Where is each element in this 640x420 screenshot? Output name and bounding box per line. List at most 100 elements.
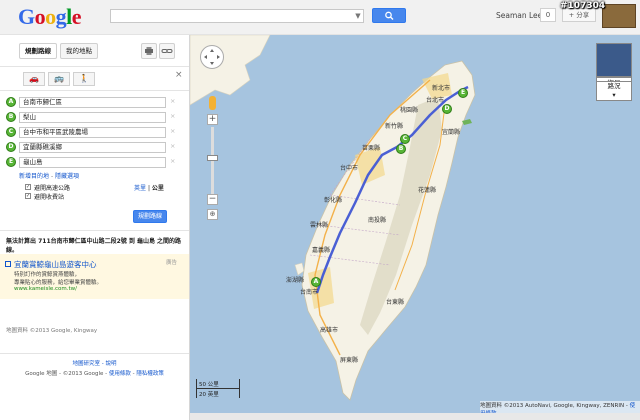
waypoint-actions: 新增目的地 - 隱藏選項 xyxy=(19,173,80,180)
unit-toggle: 英里 | 公里 xyxy=(134,185,164,192)
map-label-new-taipei: 新北市 xyxy=(432,85,451,92)
link-button[interactable] xyxy=(159,43,175,59)
pan-arrows-icon xyxy=(204,49,220,65)
zoom-out-button[interactable]: − xyxy=(207,194,218,205)
ad-url[interactable]: www.kameisle.com.tw/ xyxy=(14,286,77,292)
remove-waypoint-icon[interactable]: × xyxy=(170,157,175,165)
map-label-nantou: 南投縣 xyxy=(368,217,387,224)
zoom-fit-icon[interactable]: ⊕ xyxy=(207,209,218,220)
google-logo[interactable]: Google xyxy=(18,4,82,30)
penghu-island xyxy=(294,262,305,276)
traffic-layer-button[interactable]: 路況 ▾ xyxy=(596,81,632,101)
avoid-tolls-label: 避開收費站 xyxy=(34,194,65,201)
map-marker-c[interactable]: C xyxy=(400,134,410,144)
unit-metric-label[interactable]: 公里 xyxy=(152,185,164,192)
remove-waypoint-icon[interactable]: × xyxy=(170,127,175,135)
map-data-credit: 地圖資料 ©2013 Google, Kingway xyxy=(6,328,98,334)
waypoint-input-c[interactable]: 台中市和平區武陵農場 xyxy=(19,127,166,138)
waypoint-marker-e: E xyxy=(6,157,16,167)
street-view-pegman-icon[interactable] xyxy=(209,96,216,110)
avatar[interactable] xyxy=(602,4,636,28)
ad-title[interactable]: 宜蘭賞鯨龜山島遊客中心 xyxy=(14,259,97,270)
map-marker-e[interactable]: E xyxy=(458,88,468,98)
mode-walking[interactable]: 🚶 xyxy=(73,72,95,86)
ad-line-2: 專業貼心的服務，給您畢業賞體驗。 xyxy=(14,280,103,286)
waypoint-input-e[interactable]: 龜山島 xyxy=(19,157,166,168)
scale-metric-label: 50 公里 xyxy=(199,382,219,388)
map-label-kaohsiung: 高雄市 xyxy=(320,327,339,334)
scale-bar: 50 公里 20 英里 xyxy=(196,379,240,398)
notifications-count[interactable]: 0 xyxy=(540,8,556,22)
avoid-highways-checkbox[interactable]: ✓ xyxy=(25,184,31,190)
walk-icon: 🚶 xyxy=(79,74,89,83)
print-button[interactable] xyxy=(141,43,157,59)
route-result-message: 無法計算出 711台南市歸仁區中山路二段2號 到 龜山島 之間的路線。 xyxy=(6,238,182,254)
image-id-watermark: #107304 xyxy=(560,1,606,11)
transit-icon: 🚌 xyxy=(54,74,64,83)
chevron-down-icon: ▾ xyxy=(612,91,616,99)
divider xyxy=(0,90,189,91)
side-panel: 規劃路線 我的地點 × 🚗 🚌 🚶 A 台南市歸仁區 × B 梨山 × C 台中… xyxy=(0,35,190,420)
map-graphic xyxy=(190,35,476,401)
footer-links[interactable]: 地圖研究室 - 說明 xyxy=(0,359,189,367)
plan-route-button[interactable]: 規劃路線 xyxy=(133,210,167,223)
user-name[interactable]: Seaman Lee xyxy=(496,11,542,20)
tab-my-places[interactable]: 我的地點 xyxy=(60,43,98,59)
map-label-hsinchu: 新竹縣 xyxy=(385,123,404,130)
print-icon xyxy=(145,47,153,55)
ad-line-1: 特別訂作的賞鯨賞燕體驗， xyxy=(14,272,81,278)
search-input[interactable] xyxy=(110,9,364,23)
bottom-strip xyxy=(190,413,640,420)
privacy-link[interactable]: 隱私權政策 xyxy=(136,371,164,377)
map-canvas[interactable]: 新北市 台北市 桃園縣 新竹縣 苗栗縣 台中市 南投縣 彰化縣 雲林縣 嘉義縣 … xyxy=(190,35,640,420)
waypoint-input-d[interactable]: 宜蘭縣礁溪鄉 xyxy=(19,142,166,153)
map-label-taipei: 台北市 xyxy=(426,97,445,104)
map-label-yilan: 宜蘭縣 xyxy=(442,129,461,136)
avoid-highways-label: 避開高速公路 xyxy=(34,185,71,192)
map-label-taoyuan: 桃園縣 xyxy=(400,107,419,114)
divider xyxy=(0,66,189,67)
scale-line xyxy=(197,388,239,389)
waypoint-marker-a: A xyxy=(6,97,16,107)
unit-imperial-link[interactable]: 英里 xyxy=(134,185,146,192)
close-icon[interactable]: × xyxy=(175,70,183,80)
add-destination-link[interactable]: 新增目的地 xyxy=(19,173,49,180)
waypoint-input-a[interactable]: 台南市歸仁區 xyxy=(19,97,166,108)
waypoint-input-b[interactable]: 梨山 xyxy=(19,112,166,123)
zoom-in-button[interactable]: + xyxy=(207,114,218,125)
link-icon xyxy=(161,49,173,53)
remove-waypoint-icon[interactable]: × xyxy=(170,112,175,120)
divider xyxy=(0,353,189,354)
map-marker-b[interactable]: B xyxy=(396,144,406,154)
search-icon xyxy=(385,11,394,20)
map-label-miaoli: 苗栗縣 xyxy=(362,145,381,152)
tab-directions[interactable]: 規劃路線 xyxy=(19,43,57,59)
terms-link[interactable]: 使用條款 xyxy=(109,371,131,377)
pan-control[interactable] xyxy=(200,45,224,69)
mode-transit[interactable]: 🚌 xyxy=(48,72,70,86)
divider xyxy=(0,230,189,231)
map-marker-a[interactable]: A xyxy=(311,277,321,287)
waypoint-marker-b: B xyxy=(6,112,16,122)
satellite-thumbnail[interactable] xyxy=(596,43,632,77)
search-button[interactable] xyxy=(372,8,406,23)
zoom-slider-handle[interactable] xyxy=(207,155,218,161)
avoid-tolls-checkbox[interactable]: ✓ xyxy=(25,193,31,199)
ad-box: 宜蘭賞鯨龜山島遊客中心 廣告 特別訂作的賞鯨賞燕體驗， 專業貼心的服務，給您畢業… xyxy=(0,254,189,299)
map-marker-d[interactable]: D xyxy=(442,104,452,114)
top-bar: Google ▼ Seaman Lee 0 + 分享 #107304 xyxy=(0,0,640,35)
mode-driving[interactable]: 🚗 xyxy=(23,72,45,86)
waypoint-marker-c: C xyxy=(6,127,16,137)
hide-options-link[interactable]: 隱藏選項 xyxy=(55,173,79,180)
map-label-yunlin: 雲林縣 xyxy=(310,222,329,229)
remove-waypoint-icon[interactable]: × xyxy=(170,142,175,150)
map-label-changhua: 彰化縣 xyxy=(324,197,343,204)
search-dropdown-icon[interactable]: ▼ xyxy=(352,9,364,23)
map-label-tainan: 台南市 xyxy=(300,289,319,296)
map-label-taichung: 台中市 xyxy=(340,165,359,172)
map-label-penghu: 澎湖縣 xyxy=(286,277,305,284)
remove-waypoint-icon[interactable]: × xyxy=(170,97,175,105)
map-label-pingtung: 屏東縣 xyxy=(340,357,359,364)
ad-tag: 廣告 xyxy=(166,260,178,266)
external-link-icon xyxy=(5,261,11,267)
